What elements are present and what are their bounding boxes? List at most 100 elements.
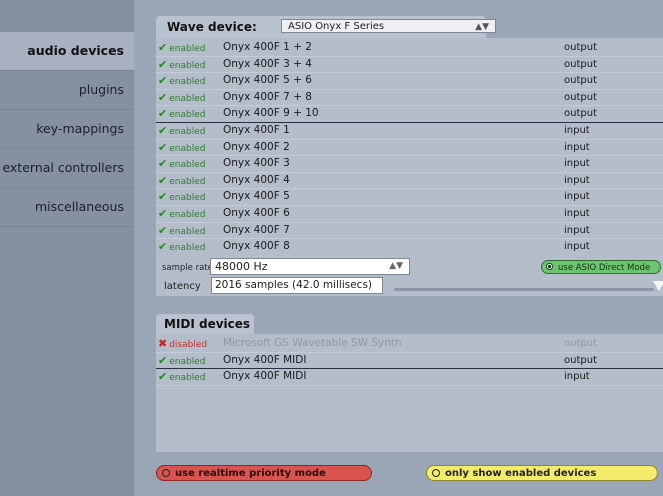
device-row[interactable]: ✔ enabled Onyx 400F MIDI input	[156, 369, 663, 386]
device-name: Onyx 400F 2	[223, 140, 290, 153]
device-row[interactable]: ✔ enabled Onyx 400F 4 input	[156, 173, 663, 190]
device-status[interactable]: ✔ enabled	[158, 140, 218, 158]
device-status[interactable]: ✔ enabled	[158, 239, 218, 252]
device-status[interactable]: ✔ enabled	[158, 40, 218, 58]
device-status-label: enabled	[169, 193, 206, 204]
check-icon: ✔	[158, 223, 168, 237]
check-icon: ✔	[158, 370, 168, 384]
device-name: Onyx 400F 3 + 4	[223, 57, 312, 70]
only-enabled-devices-label: only show enabled devices	[445, 468, 597, 479]
device-name: Onyx 400F 5 + 6	[223, 74, 312, 87]
device-row[interactable]: ✔ enabled Onyx 400F 3 + 4 output	[156, 57, 663, 74]
device-name: Onyx 400F 7	[223, 223, 290, 236]
check-icon: ✔	[158, 173, 168, 187]
wave-device-list[interactable]: ✔ enabled Onyx 400F 1 + 2 output ✔ enabled Ony…	[156, 40, 663, 252]
device-status-label: disabled	[169, 340, 208, 350]
midi-device-panel: ✖ disabled Microsoft GS Wavetable SW Synth…	[156, 334, 663, 452]
check-icon: ✔	[158, 107, 168, 121]
latency-label: latency	[164, 281, 201, 292]
device-status[interactable]: ✔ enabled	[158, 223, 218, 241]
device-row[interactable]: ✔ enabled Onyx 400F 9 + 10 output	[156, 106, 663, 123]
device-status[interactable]: ✔ enabled	[158, 156, 218, 174]
device-row[interactable]: ✔ enabled Onyx 400F 8 input	[156, 239, 663, 252]
sidebar-item-external-controllers[interactable]: external controllers	[0, 149, 134, 188]
device-status-label: enabled	[169, 373, 206, 384]
latency-slider-thumb[interactable]	[653, 281, 663, 291]
device-status[interactable]: ✔ enabled	[158, 369, 218, 387]
device-status[interactable]: ✔ enabled	[158, 90, 218, 108]
wave-device-panel: ✔ enabled Onyx 400F 1 + 2 output ✔ enabled Ony…	[156, 38, 663, 296]
check-icon: ✔	[158, 74, 168, 88]
device-direction: output	[564, 75, 597, 87]
device-name: Microsoft GS Wavetable SW Synth	[223, 337, 402, 349]
only-enabled-devices-toggle[interactable]: only show enabled devices	[426, 465, 658, 481]
wave-device-tab: Wave device: ASIO Onyx F Series ▲▼	[156, 16, 496, 38]
device-status[interactable]: ✔ enabled	[158, 206, 218, 224]
device-row[interactable]: ✔ enabled Onyx 400F 6 input	[156, 206, 663, 223]
device-status[interactable]: ✔ enabled	[158, 106, 218, 124]
device-row[interactable]: ✖ disabled Microsoft GS Wavetable SW Synth…	[156, 336, 663, 353]
latency-slider-track[interactable]	[394, 288, 654, 291]
device-row[interactable]: ✔ enabled Onyx 400F 7 input	[156, 223, 663, 240]
sidebar: audio devices plugins key-mappings exter…	[0, 0, 134, 496]
asio-direct-mode-toggle[interactable]: use ASIO Direct Mode	[541, 260, 661, 274]
device-status[interactable]: ✔ enabled	[158, 189, 218, 207]
device-row[interactable]: ✔ enabled Onyx 400F 7 + 8 output	[156, 90, 663, 107]
device-row[interactable]: ✔ enabled Onyx 400F 3 input	[156, 156, 663, 173]
check-icon: ✔	[158, 353, 168, 367]
device-row[interactable]: ✔ enabled Onyx 400F 5 input	[156, 189, 663, 206]
device-status-label: enabled	[169, 44, 206, 54]
sidebar-item-miscellaneous[interactable]: miscellaneous	[0, 188, 134, 227]
device-status-label: enabled	[169, 243, 206, 252]
wave-device-select[interactable]: ASIO Onyx F Series ▲▼	[281, 19, 496, 33]
device-direction: input	[564, 207, 590, 219]
device-status-label: enabled	[169, 126, 206, 137]
device-row[interactable]: ✔ enabled Onyx 400F 2 input	[156, 140, 663, 157]
realtime-priority-toggle[interactable]: use realtime priority mode	[156, 465, 372, 481]
device-direction: output	[564, 58, 597, 70]
asio-direct-mode-label: use ASIO Direct Mode	[558, 263, 651, 273]
audio-settings: sample rate 48000 Hz ▲▼ use ASIO Direct …	[156, 256, 663, 296]
device-row[interactable]: ✔ enabled Onyx 400F MIDI output	[156, 353, 663, 370]
sidebar-item-key-mappings[interactable]: key-mappings	[0, 110, 134, 149]
device-row[interactable]: ✔ enabled Onyx 400F 1 + 2 output	[156, 40, 663, 57]
device-status[interactable]: ✔ enabled	[158, 123, 218, 141]
device-status[interactable]: ✔ enabled	[158, 173, 218, 191]
latency-field[interactable]: 2016 samples (42.0 millisecs)	[211, 277, 383, 294]
check-icon: ✔	[158, 57, 168, 71]
midi-device-list[interactable]: ✖ disabled Microsoft GS Wavetable SW Synth…	[156, 336, 663, 386]
device-row[interactable]: ✔ enabled Onyx 400F 5 + 6 output	[156, 73, 663, 90]
radio-off-icon	[162, 469, 170, 477]
check-icon: ✔	[158, 140, 168, 154]
device-name: Onyx 400F 8	[223, 240, 290, 252]
sidebar-item-plugins[interactable]: plugins	[0, 71, 134, 110]
device-name: Onyx 400F 9 + 10	[223, 107, 319, 120]
device-direction: input	[564, 158, 590, 170]
device-status[interactable]: ✔ enabled	[158, 353, 218, 371]
device-direction: output	[564, 42, 597, 53]
device-name: Onyx 400F 3	[223, 157, 290, 170]
sidebar-item-audio-devices[interactable]: audio devices	[0, 32, 134, 71]
device-status-label: enabled	[169, 93, 206, 104]
device-status[interactable]: ✔ enabled	[158, 73, 218, 91]
device-row[interactable]: ✔ enabled Onyx 400F 1 input	[156, 123, 663, 140]
device-name: Onyx 400F MIDI	[223, 353, 307, 366]
sample-rate-value: 48000 Hz	[215, 260, 268, 273]
check-icon: ✔	[158, 123, 168, 137]
device-status-label: enabled	[169, 60, 206, 71]
realtime-priority-label: use realtime priority mode	[175, 468, 326, 479]
device-name: Onyx 400F 6	[223, 206, 290, 219]
device-status-label: enabled	[169, 77, 206, 88]
select-arrows-icon: ▲▼	[475, 22, 489, 32]
select-arrows-icon: ▲▼	[389, 261, 403, 271]
check-icon: ✔	[158, 90, 168, 104]
device-status[interactable]: ✔ enabled	[158, 57, 218, 75]
check-icon: ✔	[158, 206, 168, 220]
device-direction: input	[564, 191, 590, 203]
device-status-label: enabled	[169, 110, 206, 121]
device-direction: output	[564, 91, 597, 103]
radio-on-icon	[546, 263, 553, 270]
check-icon: ✔	[158, 240, 168, 252]
device-status[interactable]: ✖ disabled	[158, 336, 218, 354]
sample-rate-select[interactable]: 48000 Hz ▲▼	[210, 258, 410, 275]
